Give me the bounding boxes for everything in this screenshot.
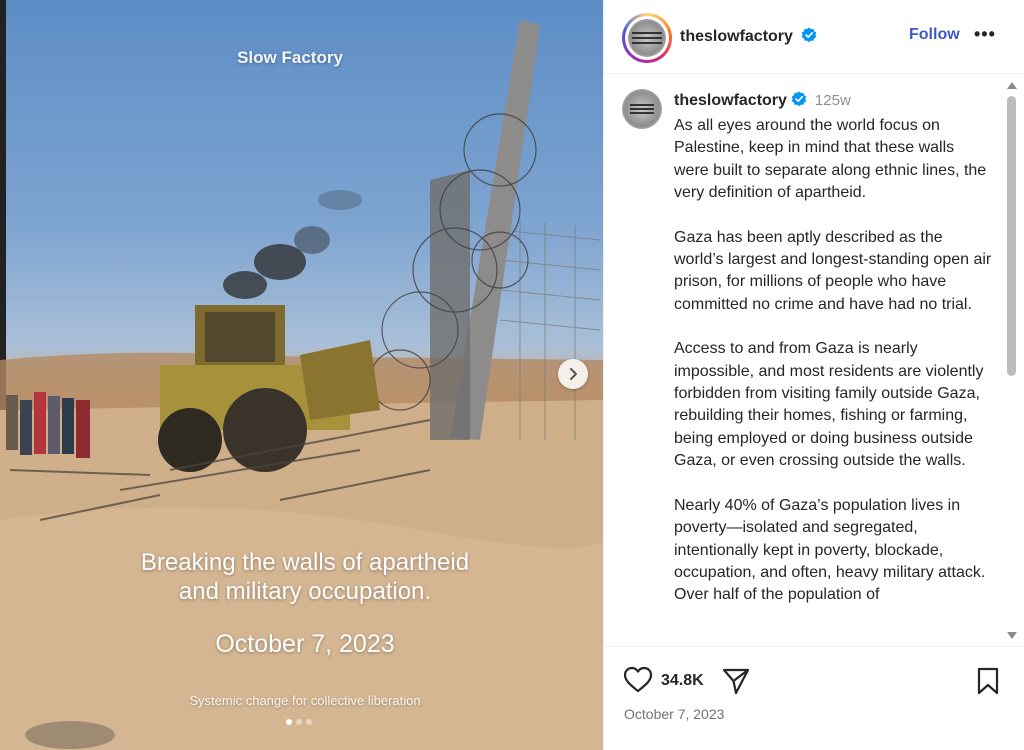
avatar[interactable] xyxy=(622,13,672,63)
caption-timestamp[interactable]: 125w xyxy=(815,92,851,109)
caption-paragraph: Access to and from Gaza is nearly imposs… xyxy=(674,340,984,470)
post-actions: 34.8K October 7, 2023 xyxy=(604,646,1024,750)
bookmark-icon xyxy=(977,667,999,695)
more-options-button[interactable]: ••• xyxy=(974,24,996,45)
media-headline: Breaking the walls of apartheid and mili… xyxy=(140,549,470,605)
like-count[interactable]: 34.8K xyxy=(661,672,704,690)
post-sidebar: theslowfactory Follow ••• theslowfactory… xyxy=(603,0,1024,750)
caption-username[interactable]: theslowfactory xyxy=(674,92,787,109)
follow-button[interactable]: Follow xyxy=(909,26,960,44)
caption-scrollbar[interactable] xyxy=(1004,80,1018,645)
heart-icon xyxy=(623,666,653,693)
chevron-right-icon xyxy=(570,368,577,380)
avatar-logo-icon xyxy=(630,104,654,114)
verified-badge-icon xyxy=(802,27,817,43)
brand-watermark: Slow Factory xyxy=(237,48,343,67)
save-button[interactable] xyxy=(976,667,1000,700)
caption-paragraph: Gaza has been aptly described as the wor… xyxy=(674,228,992,313)
share-button[interactable] xyxy=(721,666,751,701)
like-button[interactable] xyxy=(623,666,653,699)
post-header: theslowfactory Follow ••• xyxy=(604,0,1024,74)
carousel-dot xyxy=(286,719,292,725)
media-subtitle: Systemic change for collective liberatio… xyxy=(189,693,421,708)
carousel-dots xyxy=(286,719,312,725)
scroll-down-arrow-icon[interactable] xyxy=(1007,632,1017,639)
carousel-next-button[interactable] xyxy=(558,359,588,389)
caption-avatar[interactable] xyxy=(622,89,662,129)
caption-paragraph: As all eyes around the world focus on Pa… xyxy=(674,117,987,202)
verified-badge-icon xyxy=(791,91,807,107)
header-username[interactable]: theslowfactory xyxy=(680,27,817,46)
carousel-dot xyxy=(306,719,312,725)
caption-text: As all eyes around the world focus on Pa… xyxy=(674,115,992,629)
caption-scroll-area[interactable]: theslowfactory 125w As all eyes around t… xyxy=(604,75,1024,645)
scrollbar-thumb[interactable] xyxy=(1007,96,1016,376)
avatar-logo-icon xyxy=(632,32,662,44)
caption-paragraph: Nearly 40% of Gaza’s population lives in… xyxy=(674,496,986,604)
scroll-up-arrow-icon[interactable] xyxy=(1007,82,1017,89)
paper-plane-icon xyxy=(722,668,750,695)
post-media[interactable]: Slow Factory Breaking the walls of apart… xyxy=(0,0,603,750)
caption-header: theslowfactory 125w xyxy=(674,91,851,110)
media-date: October 7, 2023 xyxy=(215,630,395,658)
header-username-text[interactable]: theslowfactory xyxy=(680,28,793,45)
post-date[interactable]: October 7, 2023 xyxy=(624,706,724,722)
carousel-dot xyxy=(296,719,302,725)
